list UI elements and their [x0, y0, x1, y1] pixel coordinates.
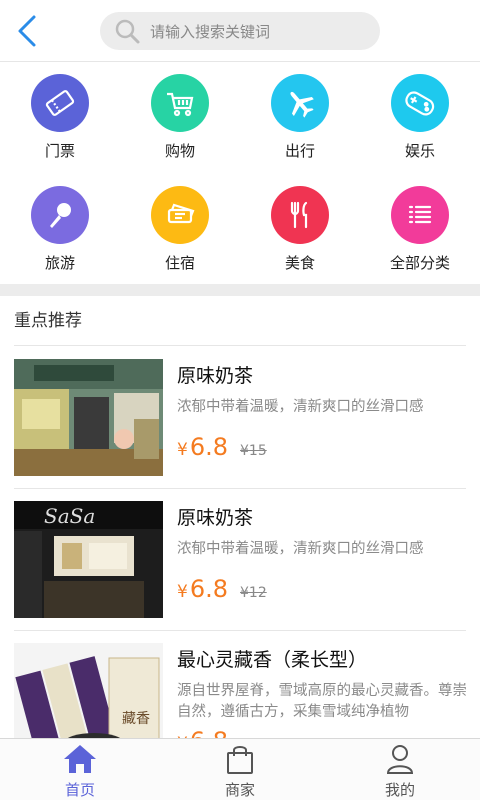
section-title: 重点推荐 — [14, 296, 466, 346]
category-lodging[interactable]: 住宿 — [120, 186, 240, 286]
category-label: 美食 — [284, 254, 315, 272]
product-image: SaSa — [14, 501, 163, 618]
tab-profile[interactable]: 我的 — [320, 739, 480, 800]
category-label: 出行 — [284, 142, 315, 160]
category-label: 购物 — [164, 142, 195, 160]
product-item[interactable]: SaSa 原味奶茶 浓郁中带着温暖，清新爽口的丝滑口感 ¥6.8 ¥12 — [14, 489, 466, 631]
price-value: 6.8 — [189, 433, 228, 461]
svg-text:SaSa: SaSa — [44, 504, 95, 528]
cutlery-icon — [271, 186, 329, 244]
product-image — [14, 359, 163, 476]
tickets-icon — [151, 186, 209, 244]
list-icon — [391, 186, 449, 244]
bottom-tab-bar: 首页 商家 我的 — [0, 738, 480, 800]
tab-home[interactable]: 首页 — [0, 739, 160, 800]
category-tourism[interactable]: 旅游 — [0, 186, 120, 286]
product-price: ¥6.8 — [177, 433, 228, 461]
tab-merchants[interactable]: 商家 — [160, 739, 320, 800]
user-icon — [382, 742, 418, 776]
product-price: ¥6.8 — [177, 575, 228, 603]
search-bar[interactable]: 请输入搜索关键词 — [100, 12, 380, 50]
category-label: 住宿 — [164, 254, 195, 272]
svg-text:藏香: 藏香 — [122, 711, 150, 727]
search-input[interactable]: 请输入搜索关键词 — [150, 21, 270, 42]
ticket-icon — [31, 74, 89, 132]
product-description: 浓郁中带着温暖，清新爽口的丝滑口感 — [177, 399, 424, 415]
category-entertainment[interactable]: 娱乐 — [360, 74, 480, 174]
tab-label: 商家 — [224, 781, 255, 799]
category-travel[interactable]: 出行 — [240, 74, 360, 174]
chevron-left-icon — [18, 15, 36, 47]
price-value: 6.8 — [189, 575, 228, 603]
original-price: ¥15 — [240, 443, 267, 459]
gamepad-icon — [391, 74, 449, 132]
cart-icon — [151, 74, 209, 132]
tab-label: 我的 — [384, 781, 415, 799]
search-icon — [112, 16, 142, 46]
category-shopping[interactable]: 购物 — [120, 74, 240, 174]
home-icon — [62, 742, 98, 776]
product-title: 原味奶茶 — [177, 507, 254, 529]
category-grid: 门票 购物 出行 娱乐 旅游 住宿 美食 全部分类 — [0, 62, 480, 284]
product-title: 最心灵藏香（柔长型） — [177, 649, 368, 671]
product-title: 原味奶茶 — [177, 365, 254, 387]
top-bar: 请输入搜索关键词 — [0, 0, 480, 62]
currency-symbol: ¥ — [177, 440, 188, 460]
back-button[interactable] — [12, 14, 42, 48]
original-price: ¥12 — [240, 585, 267, 601]
category-label: 旅游 — [44, 254, 75, 272]
category-label: 门票 — [44, 142, 75, 160]
category-all[interactable]: 全部分类 — [360, 186, 480, 286]
category-tickets[interactable]: 门票 — [0, 74, 120, 174]
tab-label: 首页 — [64, 781, 95, 799]
plane-icon — [271, 74, 329, 132]
category-label: 娱乐 — [404, 142, 435, 160]
product-description: 浓郁中带着温暖，清新爽口的丝滑口感 — [177, 541, 424, 557]
microphone-icon — [31, 186, 89, 244]
currency-symbol: ¥ — [177, 582, 188, 602]
product-description: 源自世界屋脊，雪域高原的最心灵藏香。尊崇自然，遵循古方，采集雪域纯净植物 — [177, 683, 467, 720]
category-label: 全部分类 — [389, 254, 450, 272]
category-food[interactable]: 美食 — [240, 186, 360, 286]
bag-icon — [222, 742, 258, 776]
section-divider — [0, 284, 480, 296]
product-item[interactable]: 原味奶茶 浓郁中带着温暖，清新爽口的丝滑口感 ¥6.8 ¥15 — [14, 347, 466, 489]
